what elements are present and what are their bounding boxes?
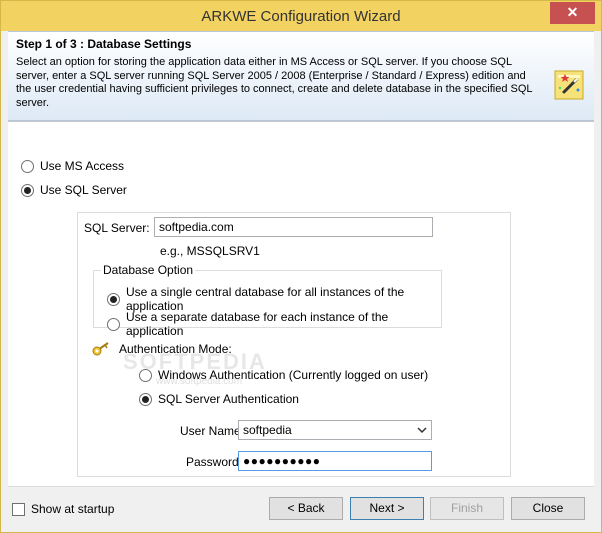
title-bar[interactable]: ARKWE Configuration Wizard ✕	[1, 1, 601, 31]
ms-access-label: Use MS Access	[40, 159, 125, 173]
sql-auth-label: SQL Server Authentication	[158, 392, 299, 406]
wizard-header: Step 1 of 3 : Database Settings Select a…	[8, 31, 594, 121]
wizard-wand-icon	[554, 70, 584, 100]
show-at-startup-label[interactable]: Show at startup	[31, 502, 114, 516]
password-input[interactable]: ●●●●●●●●●●	[238, 451, 432, 471]
ms-access-option[interactable]: Use MS Access	[21, 159, 124, 173]
password-label: Password:	[186, 455, 243, 469]
username-label: User Name:	[180, 424, 245, 438]
step-description: Select an option for storing the applica…	[16, 56, 533, 109]
database-option-title: Database Option	[101, 263, 196, 277]
show-at-startup-checkbox[interactable]	[12, 503, 25, 516]
ms-access-radio[interactable]	[21, 159, 34, 173]
windows-auth-option[interactable]: Windows Authentication (Currently logged…	[139, 368, 428, 382]
step-title: Step 1 of 3 : Database Settings	[16, 37, 192, 51]
sql-settings-panel: SQL Server: softpedia.com e.g., MSSQLSRV…	[77, 212, 511, 477]
sql-auth-option[interactable]: SQL Server Authentication	[139, 392, 299, 406]
sql-server-option[interactable]: Use SQL Server	[21, 183, 127, 197]
windows-auth-radio[interactable]	[139, 368, 152, 382]
chevron-down-icon	[417, 427, 427, 434]
separate-db-option[interactable]: Use a separate database for each instanc…	[107, 310, 441, 338]
wizard-body: Use MS Access Use SQL Server SQL Server:…	[8, 121, 594, 486]
single-db-label: Use a single central database for all in…	[126, 285, 405, 313]
window-title: ARKWE Configuration Wizard	[201, 8, 401, 25]
sql-server-example: e.g., MSSQLSRV1	[160, 244, 260, 258]
sql-server-field-label: SQL Server:	[84, 221, 150, 235]
sql-server-label: Use SQL Server	[40, 183, 127, 197]
sql-server-radio[interactable]	[21, 183, 34, 197]
username-select[interactable]: softpedia	[238, 420, 432, 440]
username-value: softpedia	[243, 423, 292, 437]
separate-db-label: Use a separate database for each instanc…	[126, 310, 389, 338]
sql-auth-radio[interactable]	[139, 392, 152, 406]
close-icon: ✕	[566, 4, 579, 20]
sql-server-input[interactable]: softpedia.com	[154, 217, 433, 237]
window-close-button[interactable]: ✕	[550, 2, 595, 24]
footer-divider	[8, 486, 594, 487]
single-db-option[interactable]: Use a single central database for all in…	[107, 285, 441, 313]
finish-button[interactable]: Finish	[430, 497, 504, 520]
next-button[interactable]: Next >	[350, 497, 424, 520]
auth-mode-title: Authentication Mode:	[119, 342, 232, 356]
separate-db-radio[interactable]	[107, 317, 120, 331]
key-icon	[92, 342, 109, 356]
single-db-radio[interactable]	[107, 292, 120, 306]
close-button[interactable]: Close	[511, 497, 585, 520]
password-mask: ●●●●●●●●●●	[243, 454, 321, 468]
wizard-window: ARKWE Configuration Wizard ✕ Step 1 of 3…	[0, 0, 602, 533]
database-option-group: Database Option Use a single central dat…	[93, 263, 442, 338]
windows-auth-label: Windows Authentication (Currently logged…	[158, 368, 429, 382]
back-button[interactable]: < Back	[269, 497, 343, 520]
